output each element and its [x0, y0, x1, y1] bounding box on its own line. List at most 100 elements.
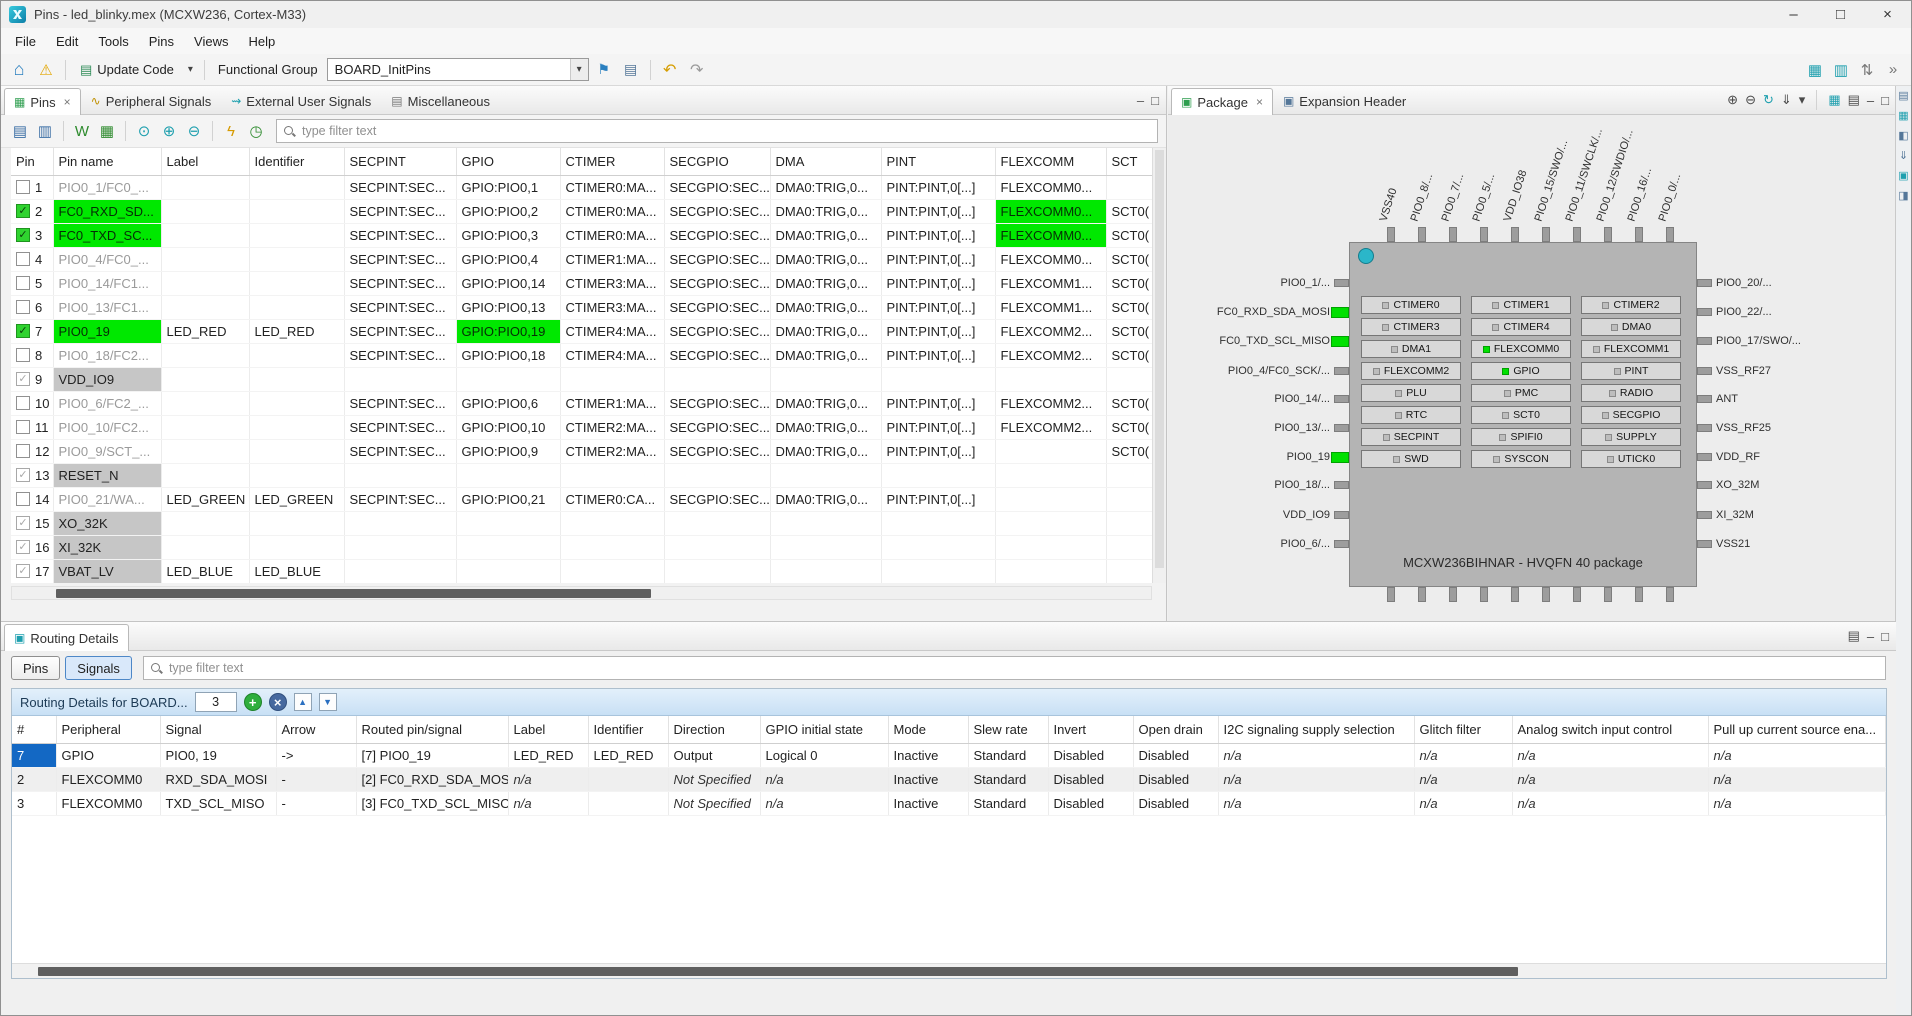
routing-column-routed-pin-signal[interactable]: Routed pin/signal: [356, 716, 508, 743]
package-pin-label[interactable]: VSS_RF27: [1716, 364, 1771, 378]
pins-column-identifier[interactable]: Identifier: [249, 148, 344, 175]
pin-name-cell[interactable]: VDD_IO9: [53, 367, 161, 391]
package-pin-label[interactable]: FC0_TXD_SCL_MISO: [1219, 334, 1330, 348]
pin-signal-cell[interactable]: [161, 367, 249, 391]
pin-signal-cell[interactable]: [664, 367, 770, 391]
pin-signal-cell[interactable]: SCT0(: [1106, 319, 1153, 343]
toolbar-overflow-icon[interactable]: »: [1881, 58, 1905, 82]
routing-signals-button[interactable]: Signals: [65, 656, 132, 680]
pin-signal-cell[interactable]: [1106, 463, 1153, 487]
pin-signal-cell[interactable]: SECPINT:SEC...: [344, 175, 456, 199]
pin-name-cell[interactable]: PIO0_18/FC2...: [53, 343, 161, 367]
pin-select-cell[interactable]: ✓16: [11, 535, 53, 559]
pin-signal-cell[interactable]: LED_BLUE: [249, 559, 344, 583]
scrollbar-thumb[interactable]: [56, 589, 651, 598]
pin-signal-cell[interactable]: DMA0:TRIG,0...: [770, 175, 881, 199]
pin-name-cell[interactable]: PIO0_14/FC1...: [53, 271, 161, 295]
pin-signal-cell[interactable]: [161, 535, 249, 559]
pin-signal-cell[interactable]: [344, 535, 456, 559]
routing-value-cell[interactable]: [3] FC0_TXD_SCL_MISO: [356, 791, 508, 815]
package-pin-label[interactable]: VDD_IO9: [1283, 508, 1330, 522]
package-pin-label[interactable]: PIO0_4/FC0_SCK/...: [1228, 364, 1330, 378]
routing-column-analog-switch-input-control[interactable]: Analog switch input control: [1512, 716, 1708, 743]
pin-signal-cell[interactable]: GPIO:PIO0,1: [456, 175, 560, 199]
pins-column-sct[interactable]: SCT: [1106, 148, 1153, 175]
peripheral-block-secpint[interactable]: SECPINT: [1361, 428, 1461, 446]
pin-signal-cell[interactable]: [995, 439, 1106, 463]
restore-view-icon-3[interactable]: ◧: [1898, 131, 1908, 142]
menu-tools[interactable]: Tools: [88, 31, 138, 52]
pin-signal-cell[interactable]: [161, 415, 249, 439]
pins-tab-pins[interactable]: ▦Pins×: [4, 88, 81, 115]
pin-name-cell[interactable]: PIO0_13/FC1...: [53, 295, 161, 319]
package-pin-stub[interactable]: [1449, 227, 1457, 242]
pin-signal-cell[interactable]: [995, 487, 1106, 511]
pin-signal-cell[interactable]: SECGPIO:SEC...: [664, 439, 770, 463]
pin-select-cell[interactable]: ✓9: [11, 367, 53, 391]
pin-signal-cell[interactable]: [249, 535, 344, 559]
pin-signal-cell[interactable]: SECGPIO:SEC...: [664, 343, 770, 367]
pin-signal-cell[interactable]: GPIO:PIO0,6: [456, 391, 560, 415]
pin-signal-cell[interactable]: SECPINT:SEC...: [344, 199, 456, 223]
pin-signal-cell[interactable]: DMA0:TRIG,0...: [770, 319, 881, 343]
routing-pins-button[interactable]: Pins: [11, 656, 60, 680]
package-pin-stub[interactable]: [1480, 587, 1488, 602]
package-pin-stub[interactable]: [1334, 367, 1349, 375]
pin-signal-cell[interactable]: PINT:PINT,0[...]: [881, 415, 995, 439]
package-pin-stub[interactable]: [1331, 307, 1349, 318]
package-pin-stub[interactable]: [1480, 227, 1488, 242]
package-pin-stub[interactable]: [1334, 540, 1349, 548]
package-pin-label[interactable]: PIO0_6/...: [1280, 537, 1330, 551]
pin-signal-cell[interactable]: [560, 511, 664, 535]
views-columns-icon[interactable]: ▥: [1829, 58, 1853, 82]
pin-signal-cell[interactable]: SECPINT:SEC...: [344, 319, 456, 343]
close-button[interactable]: ×: [1864, 1, 1911, 28]
package-pin-label[interactable]: PIO0_20/...: [1716, 276, 1772, 290]
pin-signal-cell[interactable]: [770, 559, 881, 583]
pin-checkbox[interactable]: [16, 444, 30, 458]
pin-signal-cell[interactable]: DMA0:TRIG,0...: [770, 295, 881, 319]
package-pin-label[interactable]: PIO0_19: [1287, 450, 1330, 464]
pin-signal-cell[interactable]: GPIO:PIO0,18: [456, 343, 560, 367]
pin-signal-cell[interactable]: DMA0:TRIG,0...: [770, 199, 881, 223]
zoom-out-icon[interactable]: ⊖: [1745, 92, 1756, 108]
pin-signal-cell[interactable]: PINT:PINT,0[...]: [881, 271, 995, 295]
warning-icon[interactable]: ⚠: [34, 58, 58, 82]
minimize-view-icon[interactable]: –: [1867, 629, 1874, 644]
routing-column-slew-rate[interactable]: Slew rate: [968, 716, 1048, 743]
pins-column-gpio[interactable]: GPIO: [456, 148, 560, 175]
pin-signal-cell[interactable]: SECPINT:SEC...: [344, 223, 456, 247]
routing-value-cell[interactable]: Inactive: [888, 791, 968, 815]
routing-value-cell[interactable]: Inactive: [888, 743, 968, 767]
pin-signal-cell[interactable]: SECGPIO:SEC...: [664, 391, 770, 415]
scrollbar-thumb[interactable]: [1155, 150, 1164, 568]
pin-signal-cell[interactable]: [664, 463, 770, 487]
routing-column-peripheral[interactable]: Peripheral: [56, 716, 160, 743]
package-pin-label[interactable]: VSS40: [1378, 187, 1400, 223]
pin-signal-cell[interactable]: SCT0(: [1106, 247, 1153, 271]
pin-signal-cell[interactable]: SECGPIO:SEC...: [664, 415, 770, 439]
routing-column-identifier[interactable]: Identifier: [588, 716, 668, 743]
home-icon[interactable]: ⌂: [7, 58, 31, 82]
routing-value-cell[interactable]: n/a: [1512, 767, 1708, 791]
pin-signal-cell[interactable]: [456, 511, 560, 535]
routing-value-cell[interactable]: n/a: [1512, 791, 1708, 815]
pin-signal-cell[interactable]: [456, 535, 560, 559]
routing-value-cell[interactable]: Disabled: [1048, 743, 1133, 767]
pins-column-pin-name[interactable]: Pin name: [53, 148, 161, 175]
pin-signal-cell[interactable]: PINT:PINT,0[...]: [881, 439, 995, 463]
pin-signal-cell[interactable]: [161, 175, 249, 199]
pin-signal-cell[interactable]: CTIMER2:MA...: [560, 439, 664, 463]
pin-checkbox[interactable]: ✓: [16, 372, 30, 386]
pin-signal-cell[interactable]: PINT:PINT,0[...]: [881, 319, 995, 343]
peripheral-block-rtc[interactable]: RTC: [1361, 406, 1461, 424]
pin-signal-cell[interactable]: SECPINT:SEC...: [344, 391, 456, 415]
pin-signal-cell[interactable]: [456, 367, 560, 391]
pin-signal-cell[interactable]: [881, 535, 995, 559]
pin-name-cell[interactable]: PIO0_19: [53, 319, 161, 343]
console-view-icon[interactable]: ▤: [1848, 92, 1860, 108]
pin-checkbox[interactable]: ✓: [16, 324, 30, 338]
routing-value-cell[interactable]: Not Specified: [668, 791, 760, 815]
routing-value-cell[interactable]: ->: [276, 743, 356, 767]
package-pin-label[interactable]: XI_32M: [1716, 508, 1754, 522]
